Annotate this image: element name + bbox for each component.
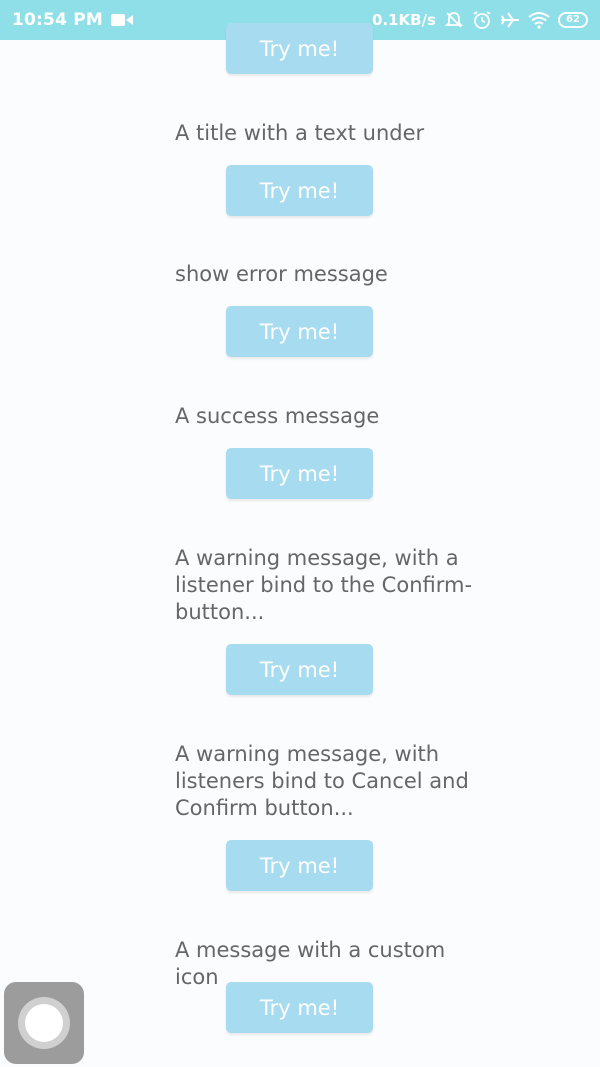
try-me-button[interactable]: Try me! [226, 165, 373, 216]
demo-label: A success message [175, 404, 380, 428]
airplane-icon [500, 10, 520, 30]
try-me-button[interactable]: Try me! [226, 644, 373, 695]
try-me-button[interactable]: Try me! [226, 23, 373, 74]
battery-level: 62 [566, 14, 580, 25]
video-camera-icon [111, 13, 134, 27]
demo-label: A warning message, with listeners bind t… [175, 742, 469, 820]
network-speed: 0.1KB/s [371, 11, 436, 29]
status-time: 10:54 PM [12, 10, 104, 30]
demo-list: Try me! A title with a text under Try me… [0, 23, 600, 1067]
try-me-button[interactable]: Try me! [226, 982, 373, 1033]
demo-label: A title with a text under [175, 121, 425, 145]
battery-icon: 62 [558, 12, 588, 28]
assistive-touch-button[interactable] [4, 982, 84, 1064]
status-bar-right: 0.1KB/s 62 [372, 0, 588, 40]
wifi-icon [528, 11, 550, 29]
alarm-icon [472, 10, 492, 30]
mute-icon [444, 10, 464, 30]
demo-label: show error message [175, 262, 388, 286]
demo-label: A warning message, with a listener bind … [175, 546, 473, 624]
try-me-button[interactable]: Try me! [226, 448, 373, 499]
status-bar-left: 10:54 PM [12, 0, 134, 40]
assistive-touch-icon [18, 997, 70, 1049]
try-me-button[interactable]: Try me! [226, 306, 373, 357]
try-me-button[interactable]: Try me! [226, 840, 373, 891]
